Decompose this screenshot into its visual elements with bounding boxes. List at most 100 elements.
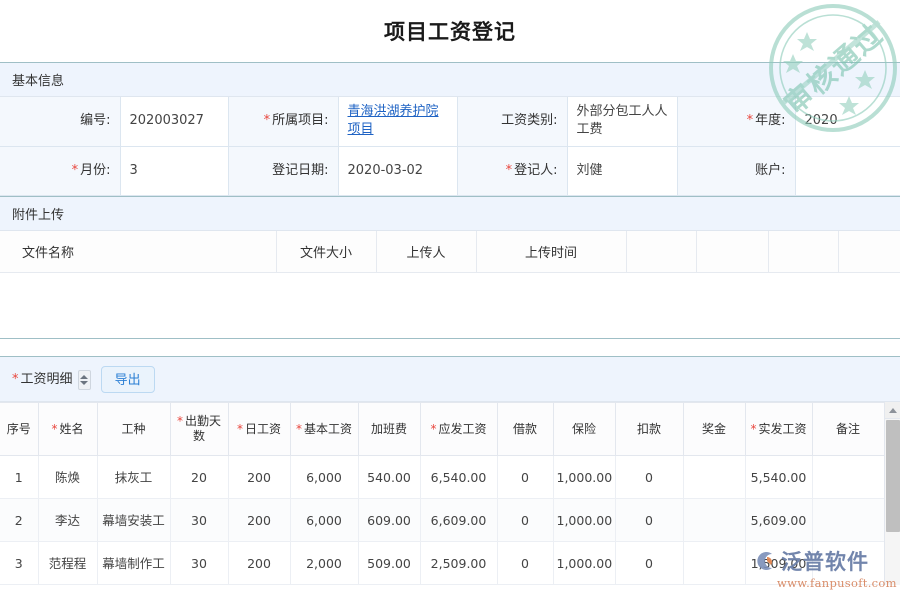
detail-col-7[interactable]: 加班费: [358, 403, 420, 456]
project-link[interactable]: 青海洪湖养护院项目: [348, 104, 439, 137]
detail-col-label: 扣款: [637, 422, 661, 436]
required-asterisk: *: [177, 414, 183, 428]
attachment-col-extra-4[interactable]: [838, 231, 900, 273]
detail-cell-r3-c9[interactable]: 0: [497, 542, 553, 585]
detail-cell-r3-c13[interactable]: 1,509.00: [745, 542, 812, 585]
detail-cell-r1-c3[interactable]: 抹灰工: [97, 456, 170, 499]
detail-grid: 序号*姓名工种*出勤天数*日工资*基本工资加班费*应发工资借款保险扣款奖金*实发…: [0, 402, 885, 585]
detail-cell-r1-c14[interactable]: [812, 456, 884, 499]
detail-cell-r2-c10[interactable]: 1,000.00: [553, 499, 615, 542]
attachment-col-extra-2[interactable]: [696, 231, 768, 273]
code-label: 编号:: [0, 97, 120, 146]
detail-cell-r1-c4[interactable]: 20: [170, 456, 228, 499]
required-asterisk: *: [237, 422, 243, 436]
detail-cell-r3-c6[interactable]: 2,000: [290, 542, 358, 585]
detail-cell-r1-c9[interactable]: 0: [497, 456, 553, 499]
attachment-col-extra-1[interactable]: [626, 231, 696, 273]
account-value: [795, 146, 900, 195]
scroll-up-button[interactable]: [885, 402, 900, 419]
detail-col-2[interactable]: *姓名: [38, 403, 97, 456]
required-asterisk: *: [430, 422, 436, 436]
detail-cell-r1-c1[interactable]: 1: [0, 456, 38, 499]
detail-col-3[interactable]: 工种: [97, 403, 170, 456]
detail-cell-r1-c7[interactable]: 540.00: [358, 456, 420, 499]
detail-col-12[interactable]: 奖金: [683, 403, 745, 456]
detail-cell-r2-c8[interactable]: 6,609.00: [420, 499, 497, 542]
detail-cell-r1-c13[interactable]: 5,540.00: [745, 456, 812, 499]
detail-cell-r3-c7[interactable]: 509.00: [358, 542, 420, 585]
detail-cell-r2-c2[interactable]: 李达: [38, 499, 97, 542]
detail-body: 1陈焕抹灰工202006,000540.006,540.0001,000.000…: [0, 456, 884, 585]
detail-cell-r3-c2[interactable]: 范程程: [38, 542, 97, 585]
detail-cell-r1-c10[interactable]: 1,000.00: [553, 456, 615, 499]
detail-cell-r1-c5[interactable]: 200: [228, 456, 290, 499]
detail-sort-spinner[interactable]: [78, 370, 91, 390]
detail-cell-r1-c2[interactable]: 陈焕: [38, 456, 97, 499]
detail-col-label: 借款: [513, 422, 537, 436]
export-button[interactable]: 导出: [101, 366, 155, 393]
detail-cell-r3-c3[interactable]: 幕墙制作工: [97, 542, 170, 585]
registrar-label: *登记人:: [457, 146, 567, 195]
attachment-col-filename[interactable]: 文件名称: [0, 231, 276, 273]
detail-cell-r2-c13[interactable]: 5,609.00: [745, 499, 812, 542]
detail-cell-r3-c12[interactable]: [683, 542, 745, 585]
attachment-col-filesize[interactable]: 文件大小: [276, 231, 376, 273]
detail-cell-r3-c1[interactable]: 3: [0, 542, 38, 585]
detail-cell-r2-c14[interactable]: [812, 499, 884, 542]
detail-cell-r3-c10[interactable]: 1,000.00: [553, 542, 615, 585]
detail-col-label: 基本工资: [304, 422, 352, 436]
detail-cell-r2-c1[interactable]: 2: [0, 499, 38, 542]
detail-cell-r2-c11[interactable]: 0: [615, 499, 683, 542]
table-row[interactable]: 1陈焕抹灰工202006,000540.006,540.0001,000.000…: [0, 456, 884, 499]
detail-cell-r3-c8[interactable]: 2,509.00: [420, 542, 497, 585]
detail-col-5[interactable]: *日工资: [228, 403, 290, 456]
attachment-col-uploader[interactable]: 上传人: [376, 231, 476, 273]
code-value: 202003027: [120, 97, 228, 146]
detail-cell-r2-c12[interactable]: [683, 499, 745, 542]
detail-vertical-scrollbar[interactable]: [884, 402, 900, 585]
detail-section-title: 工资明细: [21, 372, 73, 387]
attachment-col-extra-3[interactable]: [768, 231, 838, 273]
detail-col-label: 实发工资: [758, 422, 806, 436]
attachment-empty-body: [0, 273, 900, 338]
required-asterisk: *: [296, 422, 302, 436]
detail-cell-r3-c5[interactable]: 200: [228, 542, 290, 585]
detail-col-label: 保险: [572, 422, 596, 436]
salary-registration-page: 项目工资登记 基本信息 编号: 202003027 *所属项目: 青海洪湖养护院…: [0, 0, 900, 600]
detail-col-14[interactable]: 备注: [812, 403, 884, 456]
detail-col-6[interactable]: *基本工资: [290, 403, 358, 456]
detail-col-11[interactable]: 扣款: [615, 403, 683, 456]
year-label: *年度:: [677, 97, 795, 146]
detail-cell-r2-c6[interactable]: 6,000: [290, 499, 358, 542]
required-asterisk: *: [72, 163, 79, 178]
detail-col-8[interactable]: *应发工资: [420, 403, 497, 456]
table-row[interactable]: 2李达幕墙安装工302006,000609.006,609.0001,000.0…: [0, 499, 884, 542]
detail-cell-r2-c9[interactable]: 0: [497, 499, 553, 542]
table-row[interactable]: 3范程程幕墙制作工302002,000509.002,509.0001,000.…: [0, 542, 884, 585]
detail-cell-r1-c8[interactable]: 6,540.00: [420, 456, 497, 499]
detail-col-4[interactable]: *出勤天数: [170, 403, 228, 456]
detail-col-label: 加班费: [371, 422, 407, 436]
detail-cell-r1-c11[interactable]: 0: [615, 456, 683, 499]
detail-col-13[interactable]: *实发工资: [745, 403, 812, 456]
detail-col-10[interactable]: 保险: [553, 403, 615, 456]
detail-cell-r2-c3[interactable]: 幕墙安装工: [97, 499, 170, 542]
chevron-down-icon: [80, 381, 88, 385]
detail-cell-r1-c12[interactable]: [683, 456, 745, 499]
detail-col-9[interactable]: 借款: [497, 403, 553, 456]
required-asterisk: *: [12, 372, 19, 387]
detail-cell-r3-c11[interactable]: 0: [615, 542, 683, 585]
detail-cell-r3-c14[interactable]: [812, 542, 884, 585]
basic-info-section-title: 基本信息: [12, 70, 64, 89]
year-value: 2020: [795, 97, 900, 146]
detail-cell-r3-c4[interactable]: 30: [170, 542, 228, 585]
detail-cell-r2-c7[interactable]: 609.00: [358, 499, 420, 542]
detail-cell-r2-c4[interactable]: 30: [170, 499, 228, 542]
detail-col-label: 出勤天数: [185, 414, 221, 443]
detail-cell-r2-c5[interactable]: 200: [228, 499, 290, 542]
triangle-up-icon: [889, 408, 897, 413]
detail-cell-r1-c6[interactable]: 6,000: [290, 456, 358, 499]
attachment-col-uploadtime[interactable]: 上传时间: [476, 231, 626, 273]
scrollbar-thumb[interactable]: [886, 420, 900, 532]
detail-col-1[interactable]: 序号: [0, 403, 38, 456]
